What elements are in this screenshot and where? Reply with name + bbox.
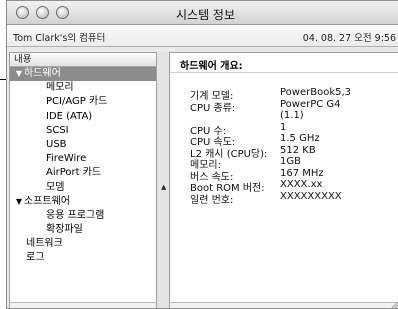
tree-item-hardware[interactable]: ▼ 하드웨어 (10, 67, 156, 82)
tree-item-software[interactable]: ▼ 소프트웨어 (10, 195, 156, 209)
detail-title: 하드웨어 개요: (180, 61, 243, 72)
tree-item-label: 하드웨어 (24, 68, 61, 79)
tree-item-label: 모뎀 (46, 181, 65, 193)
property-value: 1GB (280, 156, 301, 167)
disclosure-triangle-icon[interactable]: ▼ (14, 67, 24, 81)
tree-item-airport[interactable]: AirPort 카드 (10, 166, 156, 180)
property-value-line: PowerPC G4 (280, 98, 341, 110)
tree-item-scsi[interactable]: SCSI (10, 124, 156, 138)
disclosure-triangle-icon[interactable]: ▼ (14, 195, 24, 209)
tree-item-label: 네트워크 (26, 238, 63, 250)
detail-pane: 하드웨어 개요: 기계 모델: PowerBook5,3 CPU 종류: Pow… (169, 52, 398, 308)
contents-tree: ▼ 하드웨어 메모리 PCI/AGP 카드 IDE (ATA) SCSI USB … (10, 67, 156, 266)
tree-item-ide[interactable]: IDE (ATA) (10, 110, 156, 124)
tree-item-label: AirPort 카드 (46, 167, 102, 179)
property-value: XXXXXXXXX (280, 190, 342, 202)
property-value: PowerPC G4 (1.1) (280, 99, 341, 121)
property-value: 512 KB (280, 144, 316, 156)
tree-item-label: PCI/AGP 카드 (46, 96, 108, 108)
property-value: 1.5 GHz (280, 133, 320, 144)
splitter-grip-icon[interactable]: ▲ (161, 183, 166, 191)
tree-item-label: FireWire (46, 153, 87, 165)
tree-item-label: 메모리 (46, 82, 74, 94)
property-key: 일련 번호: (190, 194, 234, 206)
window-title: 시스템 정보 (175, 8, 235, 22)
tree-item-pci-agp[interactable]: PCI/AGP 카드 (10, 95, 156, 109)
tree-item-firewire[interactable]: FireWire (10, 152, 156, 166)
property-value: PowerBook5,3 (280, 87, 352, 98)
system-info-window: 시스템 정보 Tom Clark's의 컴퓨터 04. 08. 27 오전 9:… (6, 0, 398, 309)
info-bar: Tom Clark's의 컴퓨터 04. 08. 27 오전 9:56 (7, 25, 398, 47)
contents-header[interactable]: 내용 (10, 53, 156, 67)
tree-item-label: 로그 (26, 252, 45, 264)
computer-name: Tom Clark's의 컴퓨터 (13, 33, 106, 44)
tree-item-memory[interactable]: 메모리 (10, 81, 156, 95)
tree-item-label: IDE (ATA) (46, 110, 93, 122)
resize-grip-icon[interactable] (390, 300, 398, 308)
content-area: 내용 ▼ 하드웨어 메모리 PCI/AGP 카드 IDE (ATA) SCSI U… (7, 48, 398, 308)
tree-item-label: SCSI (46, 124, 69, 136)
property-value: 167 MHz (280, 167, 324, 179)
contents-pane: 내용 ▼ 하드웨어 메모리 PCI/AGP 카드 IDE (ATA) SCSI U… (9, 52, 157, 308)
title-bar: 시스템 정보 (7, 1, 398, 25)
tree-item-label: 확장파일 (46, 224, 83, 236)
pane-splitter[interactable]: ▲ (157, 52, 169, 308)
report-datetime: 04. 08. 27 오전 9:56 (302, 33, 396, 44)
property-value: XXXX.xx (280, 179, 323, 190)
tree-item-extensions[interactable]: 확장파일 (10, 223, 156, 237)
detail-pane-footer (170, 302, 398, 308)
property-key: CPU 종류: (190, 102, 236, 114)
tree-item-logs[interactable]: 로그 (10, 251, 156, 265)
tree-item-network[interactable]: 네트워크 (10, 237, 156, 251)
tree-item-modem[interactable]: 모뎀 (10, 181, 156, 195)
tree-item-usb[interactable]: USB (10, 138, 156, 152)
tree-item-applications[interactable]: 응용 프로그램 (10, 209, 156, 223)
tree-item-label: USB (46, 138, 67, 150)
property-value-line: (1.1) (280, 109, 304, 121)
contents-pane-footer (10, 302, 156, 308)
divider (170, 72, 398, 73)
tree-item-label: 소프트웨어 (24, 195, 70, 207)
tree-item-label: 응용 프로그램 (46, 209, 105, 221)
property-value: 1 (280, 121, 287, 133)
